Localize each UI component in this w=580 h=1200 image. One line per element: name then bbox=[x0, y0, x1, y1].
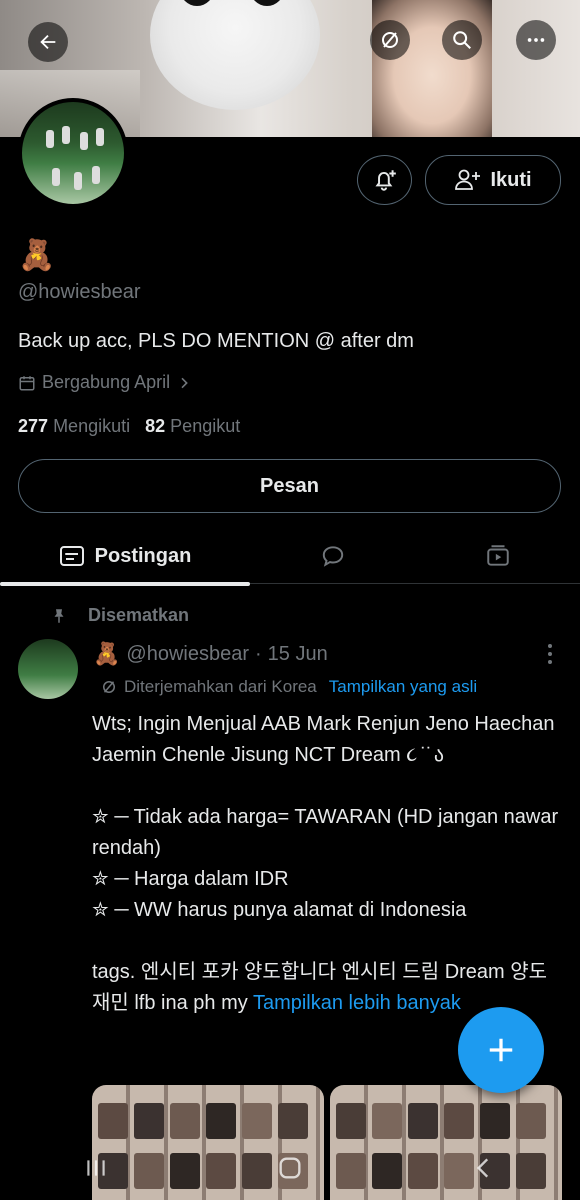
recents-button[interactable] bbox=[83, 1155, 109, 1186]
photocard bbox=[134, 1103, 164, 1139]
home-icon bbox=[279, 1157, 301, 1178]
following-count: 277 bbox=[18, 416, 49, 436]
following-label: Mengikuti bbox=[53, 416, 131, 436]
profile-handle: @howiesbear bbox=[18, 281, 141, 303]
photocard bbox=[516, 1103, 546, 1139]
banner-plush-image bbox=[150, 0, 320, 110]
photocard bbox=[444, 1103, 474, 1139]
plush-eye bbox=[250, 0, 284, 6]
compose-button[interactable] bbox=[458, 1007, 544, 1093]
back-button[interactable] bbox=[28, 22, 68, 62]
photocard bbox=[206, 1103, 236, 1139]
follow-button[interactable]: Ikuti bbox=[425, 155, 561, 205]
add-user-icon bbox=[455, 169, 481, 190]
photocard bbox=[408, 1103, 438, 1139]
tab-media[interactable] bbox=[416, 528, 580, 584]
profile-bio: Back up acc, PLS DO MENTION @ after dm bbox=[18, 330, 414, 352]
follow-label: Ikuti bbox=[490, 168, 532, 191]
pinned-label: Disematkan bbox=[88, 605, 190, 625]
translated-label: Diterjemahkan dari Korea bbox=[124, 677, 317, 696]
back-nav-button[interactable] bbox=[471, 1155, 497, 1186]
photocard bbox=[372, 1103, 402, 1139]
author-emoji: 🧸 bbox=[93, 641, 121, 666]
video-icon bbox=[487, 545, 509, 566]
followers-link[interactable]: 82 Pengikut bbox=[145, 416, 240, 436]
avatar-figure bbox=[62, 126, 70, 144]
post-more-button[interactable] bbox=[546, 643, 554, 670]
comment-icon bbox=[322, 546, 344, 567]
profile-tabs: Postingan bbox=[0, 528, 580, 586]
no-signal-icon bbox=[382, 32, 398, 48]
translation-row: Diterjemahkan dari Korea Tampilkan yang … bbox=[100, 677, 477, 697]
show-more-link[interactable]: Tampilkan lebih banyak bbox=[253, 992, 461, 1014]
plus-icon bbox=[489, 1038, 513, 1062]
show-original-link[interactable]: Tampilkan yang asli bbox=[329, 677, 477, 697]
avatar-figure bbox=[74, 172, 82, 190]
followers-label: Pengikut bbox=[170, 416, 241, 436]
tab-posts-label: Postingan bbox=[94, 544, 192, 567]
tab-posts[interactable]: Postingan bbox=[0, 528, 250, 586]
avatar-figure bbox=[52, 168, 60, 186]
message-button[interactable]: Pesan bbox=[18, 459, 561, 513]
tab-replies[interactable] bbox=[250, 528, 416, 584]
photocard bbox=[170, 1103, 200, 1139]
follow-stats: 277 Mengikuti 82 Pengikut bbox=[18, 416, 240, 437]
joined-label: Bergabung April bbox=[42, 372, 171, 392]
recents-icon bbox=[87, 1159, 105, 1176]
bell-plus-icon bbox=[374, 170, 396, 191]
avatar-figure bbox=[46, 130, 54, 148]
post-body: Wts; Ingin Menjual AAB Mark Renjun Jeno … bbox=[92, 709, 562, 1019]
avatar-figure bbox=[80, 132, 88, 150]
posts-icon bbox=[59, 546, 84, 566]
meta-separator: · bbox=[255, 642, 262, 665]
photocard bbox=[278, 1103, 308, 1139]
photocard bbox=[336, 1103, 366, 1139]
profile-avatar[interactable] bbox=[18, 98, 128, 208]
avatar-figure bbox=[92, 166, 100, 184]
more-vertical-icon bbox=[548, 644, 552, 664]
pin-icon bbox=[54, 608, 64, 623]
post-meta: 🧸 @howiesbear · 15 Jun bbox=[93, 641, 328, 667]
pinned-indicator: Disematkan bbox=[50, 605, 189, 626]
active-tab-indicator bbox=[0, 582, 250, 586]
search-button[interactable] bbox=[442, 20, 482, 60]
photocard bbox=[480, 1103, 510, 1139]
chevron-right-icon bbox=[181, 377, 188, 388]
more-horizontal-icon bbox=[527, 38, 545, 42]
author-handle[interactable]: @howiesbear bbox=[126, 643, 249, 666]
plush-eye bbox=[180, 0, 214, 6]
mute-toggle-button[interactable] bbox=[370, 20, 410, 60]
photocard bbox=[242, 1103, 272, 1139]
post-text-paragraph: ✮ ─ Tidak ada harga= TAWARAN (HD jangan … bbox=[92, 806, 559, 921]
post-date[interactable]: 15 Jun bbox=[268, 643, 328, 666]
photocard bbox=[98, 1103, 128, 1139]
calendar-icon bbox=[19, 375, 35, 390]
post-text-paragraph: Wts; Ingin Menjual AAB Mark Renjun Jeno … bbox=[92, 713, 561, 766]
system-nav-bar bbox=[0, 1140, 580, 1200]
display-name-emoji: 🧸 bbox=[18, 239, 56, 272]
more-options-button[interactable] bbox=[516, 20, 556, 60]
post-author-avatar[interactable] bbox=[18, 639, 78, 699]
notify-button[interactable] bbox=[357, 155, 412, 205]
search-icon bbox=[453, 31, 471, 49]
followers-count: 82 bbox=[145, 416, 166, 436]
arrow-left-icon bbox=[40, 34, 56, 50]
following-link[interactable]: 277 Mengikuti bbox=[18, 416, 130, 436]
avatar-figure bbox=[96, 128, 104, 146]
home-button[interactable] bbox=[276, 1154, 304, 1187]
message-label: Pesan bbox=[260, 474, 319, 497]
translate-icon bbox=[103, 681, 115, 693]
joined-info[interactable]: Bergabung April bbox=[18, 372, 192, 393]
chevron-left-icon bbox=[476, 1157, 488, 1178]
